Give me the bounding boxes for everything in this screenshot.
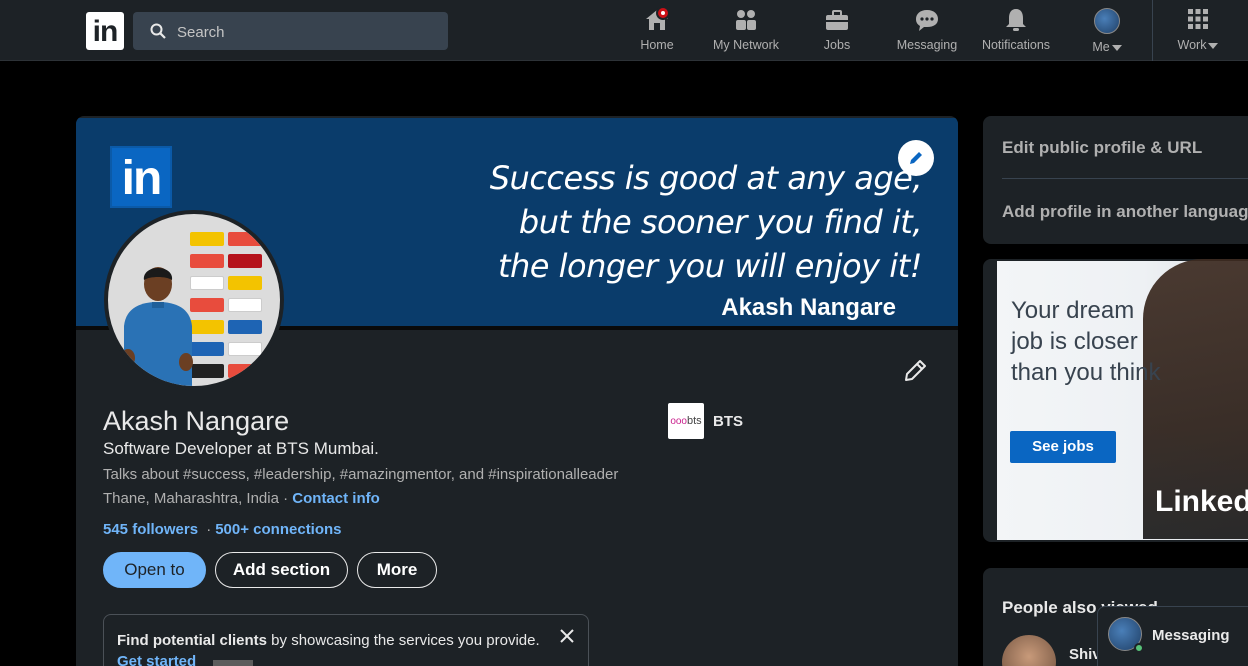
- jobs-ad[interactable]: Your dream job is closer than you think …: [983, 259, 1248, 542]
- profile-location-row: Thane, Maharashtra, India · Contact info: [103, 490, 380, 507]
- pencil-icon: [905, 360, 926, 381]
- grid-icon: [1168, 6, 1228, 34]
- get-started-link[interactable]: Get started: [117, 653, 196, 666]
- avatar[interactable]: [1002, 635, 1056, 666]
- banner-linkedin-logo: in: [110, 146, 172, 208]
- horizontal-scrollbar[interactable]: [213, 660, 253, 666]
- briefcase-icon: [812, 6, 862, 34]
- nav-jobs[interactable]: Jobs: [812, 6, 862, 56]
- linkedin-logo[interactable]: in: [86, 12, 124, 50]
- people-icon: [706, 6, 786, 34]
- nav-work[interactable]: Work: [1168, 6, 1228, 56]
- profile-settings-card: Edit public profile & URL Add profile in…: [983, 116, 1248, 244]
- nav-my-network-label: My Network: [713, 38, 779, 52]
- company-name: BTS: [713, 413, 743, 430]
- nav-home[interactable]: Home: [632, 6, 682, 56]
- divider: [1002, 178, 1248, 179]
- messaging-bar[interactable]: Messaging: [1097, 606, 1248, 666]
- person-silhouette: [121, 267, 193, 386]
- me-avatar: [1082, 8, 1132, 36]
- banner-quote-line: the longer you will enjoy it!: [497, 247, 923, 285]
- nav-messaging-label: Messaging: [896, 38, 958, 52]
- company-logo: ooobts: [668, 403, 704, 439]
- profile-location: Thane, Maharashtra, India: [103, 490, 279, 507]
- notification-badge: [656, 6, 670, 20]
- ad-brand: Linked: [1155, 485, 1248, 518]
- nav-messaging[interactable]: Messaging: [892, 6, 962, 56]
- search-icon: [150, 23, 166, 39]
- profile-photo[interactable]: [104, 210, 284, 390]
- nav-jobs-label: Jobs: [823, 38, 851, 52]
- nav-notifications-label: Notifications: [981, 38, 1051, 52]
- person-name[interactable]: Shiv: [1069, 646, 1101, 663]
- edit-banner-button[interactable]: [898, 140, 934, 176]
- see-jobs-button[interactable]: See jobs: [1010, 431, 1116, 463]
- chat-icon: [892, 6, 962, 34]
- banner-quote: Success is good at any age, but the soon…: [422, 156, 923, 288]
- profile-card: in Success is good at any age, but the s…: [76, 116, 958, 666]
- company-logo-text: bts: [687, 415, 702, 427]
- connections-separator: ·: [206, 521, 212, 538]
- followers-link[interactable]: 545 followers: [103, 521, 198, 538]
- nav-me[interactable]: Me: [1082, 6, 1132, 56]
- open-to-button[interactable]: Open to: [103, 552, 206, 588]
- contact-info-link[interactable]: Contact info: [292, 490, 380, 507]
- home-icon: [632, 6, 682, 34]
- messaging-label: Messaging: [1152, 627, 1230, 644]
- top-nav: in Home My Network Jobs Messaging Notifi…: [0, 0, 1248, 61]
- bell-icon: [976, 6, 1056, 34]
- search-bar[interactable]: [133, 12, 448, 50]
- find-clients-text: Find potential clients by showcasing the…: [117, 632, 540, 649]
- find-clients-bold: Find potential clients: [117, 632, 268, 649]
- profile-network-row: 545 followers · 500+ connections: [103, 521, 342, 538]
- company-logo-mark: ooo: [670, 416, 687, 427]
- online-status-icon: [1134, 643, 1144, 653]
- edit-public-profile-link[interactable]: Edit public profile & URL: [1002, 138, 1202, 158]
- chevron-down-icon: [1111, 44, 1122, 51]
- add-section-button[interactable]: Add section: [215, 552, 348, 588]
- edit-profile-button[interactable]: [902, 358, 928, 389]
- profile-name: Akash Nangare: [103, 406, 290, 436]
- profile-talks-about: Talks about #success, #leadership, #amaz…: [103, 466, 619, 483]
- connections-link[interactable]: 500+ connections: [215, 521, 341, 538]
- banner-quote-line: Success is good at any age,: [489, 159, 923, 197]
- profile-headline: Software Developer at BTS Mumbai.: [103, 439, 379, 458]
- add-language-link[interactable]: Add profile in another language: [1002, 202, 1248, 222]
- ad-headline: Your dream job is closer than you think: [1011, 297, 1161, 386]
- chevron-down-icon: [1208, 42, 1219, 49]
- nav-me-label: Me: [1092, 40, 1110, 54]
- banner-name: Akash Nangare: [721, 294, 896, 321]
- find-clients-rest: by showcasing the services you provide.: [267, 632, 540, 649]
- find-clients-banner: Find potential clients by showcasing the…: [103, 614, 589, 666]
- close-icon: [560, 629, 574, 643]
- nav-my-network[interactable]: My Network: [706, 6, 786, 56]
- nav-home-label: Home: [640, 38, 674, 52]
- nav-divider: [1152, 0, 1153, 61]
- nav-notifications[interactable]: Notifications: [976, 6, 1056, 56]
- location-separator: ·: [278, 490, 293, 507]
- dismiss-button[interactable]: [560, 629, 574, 648]
- nav-work-label: Work: [1177, 38, 1207, 52]
- more-button[interactable]: More: [357, 552, 437, 588]
- pencil-icon: [910, 152, 922, 164]
- banner-quote-line: but the sooner you find it,: [518, 203, 923, 241]
- search-input[interactable]: [177, 21, 427, 43]
